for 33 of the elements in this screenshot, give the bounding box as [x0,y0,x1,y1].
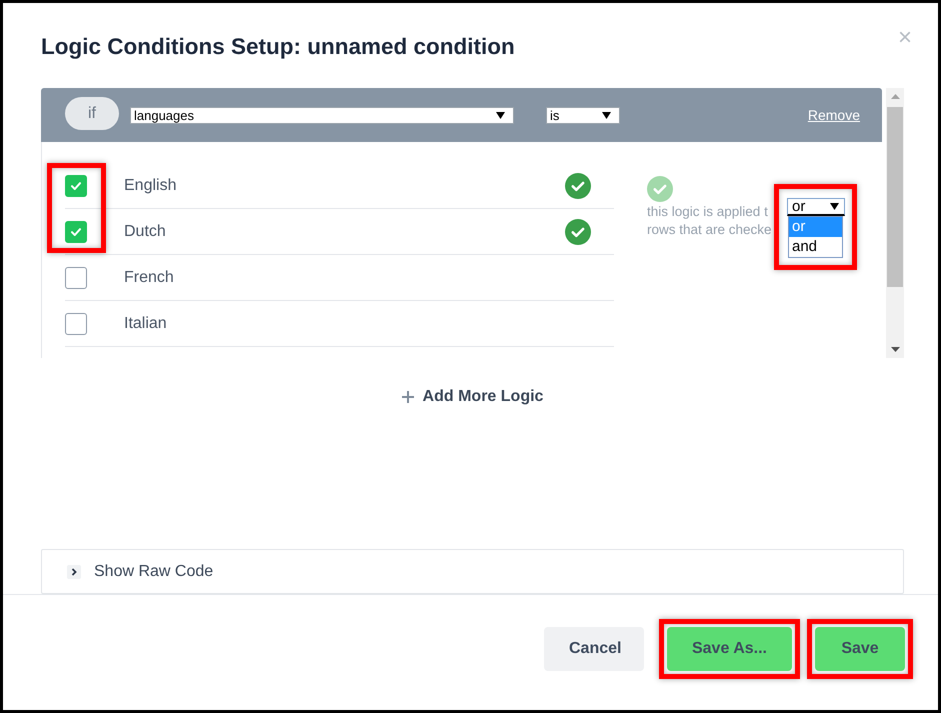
checkbox[interactable] [65,312,87,334]
caret-icon [496,112,505,118]
check-circle-icon [565,218,591,244]
check-circle-icon [565,172,591,198]
scroll-up-icon[interactable] [890,94,900,99]
if-keyword: if [65,97,119,130]
scroll-down-icon[interactable] [890,347,900,352]
save-button[interactable]: Save As... [666,627,792,671]
check-icon [71,228,81,236]
checkbox[interactable] [65,174,87,196]
checkbox[interactable] [65,220,87,242]
plus-icon [402,391,414,403]
caret-icon [602,112,611,118]
conjunction-select[interactable]: or [787,198,845,216]
check-circle-icon [647,176,673,202]
option-label: French [124,268,175,286]
option-label: Dutch [124,222,167,240]
field-select[interactable]: languages [130,106,514,124]
raw-code-toggle[interactable]: Show Raw Code [41,549,904,594]
checkbox[interactable] [65,266,87,288]
cancel-button[interactable]: Cancel [544,627,644,671]
save-button[interactable]: Save [815,627,905,671]
caret-icon [830,203,839,210]
scrollbar[interactable] [886,88,904,358]
dropdown-option[interactable]: and [789,237,842,257]
operator-select[interactable]: is [546,106,620,124]
logic-note: this logic is applied t rows that are checke [647,203,772,239]
scrollbar-thumb[interactable] [887,107,903,287]
add-logic-button[interactable]: Add More Logic [402,387,544,407]
dialog-title: Logic Conditions Setup: unnamed condition [41,33,516,61]
option-label: English [124,176,178,194]
check-icon [71,182,81,190]
option-label: Italian [124,314,168,332]
